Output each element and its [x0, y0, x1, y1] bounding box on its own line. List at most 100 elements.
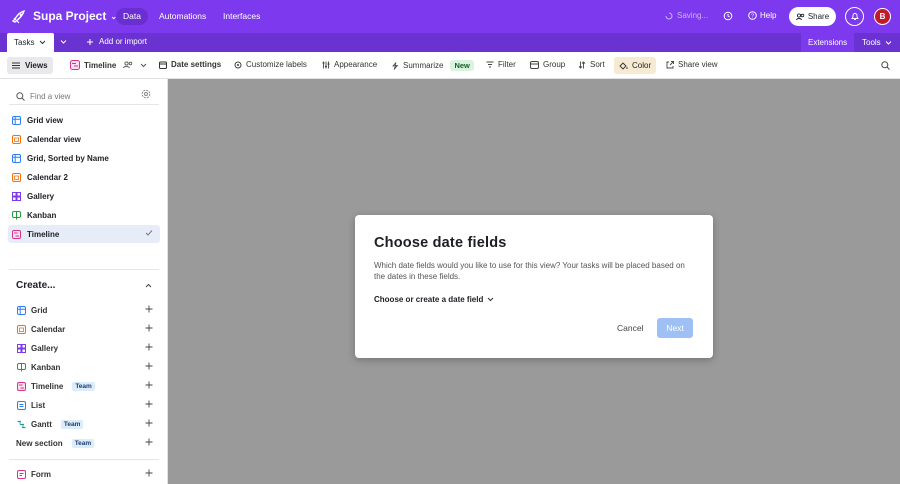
help-button[interactable]: ? Help [748, 11, 776, 20]
plus-icon[interactable] [145, 419, 153, 427]
extensions-button[interactable]: Extensions [801, 33, 855, 52]
tab-automations[interactable]: Automations [152, 8, 213, 25]
timeline-icon [70, 60, 80, 70]
users-icon [795, 12, 805, 21]
plus-icon[interactable] [145, 400, 153, 408]
create-form[interactable]: Form [17, 467, 153, 481]
tools-button[interactable]: Tools [862, 38, 892, 48]
create-label: Form [31, 469, 51, 479]
share-view-button[interactable]: Share view [666, 60, 718, 69]
plus-icon[interactable] [145, 381, 153, 389]
saving-status: Saving... [665, 11, 708, 20]
views-toggle-button[interactable]: Views [7, 57, 53, 74]
external-share-icon [666, 60, 674, 69]
divider [9, 269, 159, 270]
plus-icon[interactable] [145, 324, 153, 332]
project-name[interactable]: Supa Project ⌄ [33, 9, 117, 23]
new-badge: New [450, 60, 474, 71]
dialog-description: Which date fields would you like to use … [374, 261, 685, 281]
sidebar-view-gallery[interactable]: Gallery [8, 187, 160, 205]
create-timeline[interactable]: Timeline Team [17, 379, 153, 393]
history-icon[interactable] [723, 11, 733, 21]
grid-icon [12, 153, 21, 163]
avatar[interactable]: B [874, 8, 891, 25]
summarize-button[interactable]: Summarize New [391, 60, 474, 71]
table-tab-bar: Tasks Add or import Extensions Tools [0, 33, 900, 52]
sidebar-view-grid-view[interactable]: Grid view [8, 111, 160, 129]
sidebar-view-grid-sorted[interactable]: Grid, Sorted by Name [8, 149, 160, 167]
find-view-input[interactable]: Find a view [30, 92, 70, 101]
sidebar-view-kanban[interactable]: Kanban [8, 206, 160, 224]
date-settings-label: Date settings [171, 60, 222, 69]
chevron-down-icon[interactable] [39, 40, 46, 45]
create-kanban[interactable]: Kanban [17, 360, 153, 374]
find-view-search[interactable]: Find a view [16, 89, 151, 104]
calendar-icon [159, 61, 167, 69]
sidebar-view-calendar-view[interactable]: Calendar view [8, 130, 160, 148]
plus-icon[interactable] [145, 362, 153, 370]
create-list[interactable]: List [17, 398, 153, 412]
next-button[interactable]: Next [657, 318, 693, 338]
calendar-icon [12, 172, 21, 182]
plus-icon[interactable] [145, 343, 153, 351]
filter-button[interactable]: Filter [486, 60, 516, 69]
create-grid[interactable]: Grid [17, 303, 153, 317]
create-label: Kanban [31, 362, 61, 372]
customize-labels-button[interactable]: Customize labels [234, 60, 307, 69]
tools-label: Tools [862, 38, 881, 47]
group-icon [530, 60, 539, 69]
divider [9, 104, 159, 105]
views-sidebar: Find a view Grid view Calendar view Grid… [0, 79, 168, 484]
plus-icon[interactable] [145, 305, 153, 313]
create-label: List [31, 400, 46, 410]
share-label: Share [807, 12, 830, 21]
choose-date-fields-dialog: Choose date fields Which date fields wou… [355, 215, 713, 358]
share-button[interactable]: Share [789, 7, 836, 26]
gallery-icon [12, 191, 21, 201]
search-icon[interactable] [881, 61, 890, 70]
date-settings-button[interactable]: Date settings [159, 60, 221, 69]
view-label: Gallery [27, 191, 55, 201]
team-badge: Team [60, 419, 84, 429]
appearance-label: Appearance [334, 60, 378, 69]
search-icon [16, 92, 25, 101]
table-tab-label: Tasks [14, 38, 35, 47]
create-new-section[interactable]: New section Team [16, 436, 153, 450]
tab-data[interactable]: Data [116, 8, 148, 25]
sidebar-view-timeline[interactable]: Timeline [8, 225, 160, 243]
create-section-toggle[interactable]: Create... [16, 280, 152, 291]
plus-icon[interactable] [145, 438, 153, 446]
group-button[interactable]: Group [530, 60, 565, 69]
app-logo-icon[interactable] [12, 9, 27, 24]
gear-icon [234, 61, 242, 69]
add-or-import-label: Add or import [99, 37, 148, 46]
current-view-button[interactable]: Timeline [70, 60, 147, 70]
group-label: Group [543, 60, 566, 69]
more-tables-chevron-icon[interactable] [60, 37, 67, 47]
chevron-down-icon[interactable] [140, 63, 147, 68]
chevron-up-icon [145, 283, 152, 288]
view-label: Grid, Sorted by Name [27, 153, 109, 163]
create-gallery[interactable]: Gallery [17, 341, 153, 355]
color-button[interactable]: Color [614, 57, 657, 74]
view-label: Calendar 2 [27, 172, 68, 182]
add-or-import-button[interactable]: Add or import [86, 37, 147, 46]
choose-date-field-dropdown[interactable]: Choose or create a date field [374, 295, 494, 304]
saving-label: Saving... [677, 11, 709, 20]
spinner-icon [665, 12, 673, 20]
tab-interfaces[interactable]: Interfaces [216, 8, 267, 25]
plus-icon[interactable] [145, 469, 153, 477]
help-label: Help [760, 11, 777, 20]
customize-labels-label: Customize labels [246, 60, 307, 69]
view-settings-gear-icon[interactable] [141, 89, 151, 99]
form-icon [17, 469, 26, 479]
list-icon [17, 400, 26, 410]
cancel-button[interactable]: Cancel [617, 323, 643, 333]
create-calendar[interactable]: Calendar [17, 322, 153, 336]
sort-button[interactable]: Sort [578, 60, 605, 69]
notifications-bell-icon[interactable] [845, 7, 864, 26]
appearance-button[interactable]: Appearance [322, 60, 377, 69]
create-gantt[interactable]: Gantt Team [17, 417, 153, 431]
table-tab-tasks[interactable]: Tasks [7, 33, 54, 52]
sidebar-view-calendar-2[interactable]: Calendar 2 [8, 168, 160, 186]
